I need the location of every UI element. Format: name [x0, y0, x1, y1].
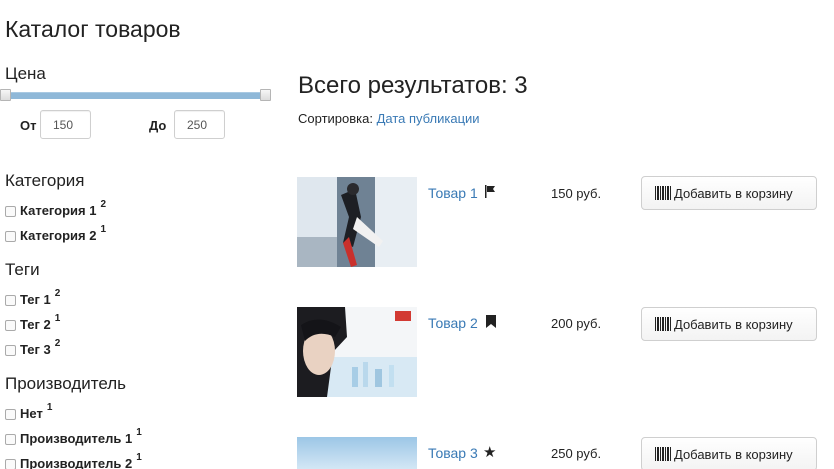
filter-item-count: 1	[100, 223, 107, 235]
product-thumbnail[interactable]	[297, 177, 417, 267]
price-from-input[interactable]	[40, 110, 91, 139]
add-to-cart-button[interactable]: Добавить в корзину	[641, 437, 817, 469]
price-to-input[interactable]	[174, 110, 225, 139]
filter-item-label: Нет	[20, 405, 43, 421]
product-price: 150 руб.	[551, 186, 602, 201]
filter-item-manufacturer-1[interactable]: Производитель 1 1	[5, 426, 142, 446]
price-filter-title: Цена	[5, 64, 46, 83]
add-to-cart-button[interactable]: Добавить в корзину	[641, 307, 817, 341]
filter-item-label: Тег 3	[20, 341, 51, 357]
filter-item-category-2[interactable]: Категория 2 1	[5, 223, 107, 243]
filter-item-tag-2[interactable]: Тег 2 1	[5, 312, 61, 332]
bookmark-icon	[486, 315, 496, 331]
filter-sidebar: Цена От До Категория Категория 1 2 Катег…	[0, 0, 280, 469]
checkbox[interactable]	[5, 408, 16, 420]
filter-item-count: 1	[136, 451, 142, 463]
product-thumbnail[interactable]	[297, 437, 417, 469]
filter-item-count: 1	[54, 312, 61, 324]
add-to-cart-label: Добавить в корзину	[674, 446, 793, 462]
sort-label: Сортировка:	[298, 111, 373, 126]
product-link[interactable]: Товар 3	[428, 445, 478, 461]
checkbox[interactable]	[5, 344, 16, 356]
add-to-cart-label: Добавить в корзину	[674, 316, 793, 332]
add-to-cart-label: Добавить в корзину	[674, 185, 793, 201]
product-price: 250 руб.	[551, 446, 602, 461]
filter-item-count: 1	[46, 401, 53, 413]
filter-item-count: 2	[54, 337, 61, 349]
price-slider-max-handle[interactable]	[260, 89, 271, 101]
price-to-label: До	[149, 118, 167, 133]
filter-item-label: Категория 1	[20, 202, 97, 218]
manufacturer-filter-title: Производитель	[5, 374, 127, 393]
filter-item-count: 2	[100, 198, 107, 210]
price-from-label: От	[20, 118, 37, 133]
filter-item-label: Производитель 1	[20, 430, 133, 446]
star-icon: ★	[483, 444, 497, 461]
filter-item-manufacturer-none[interactable]: Нет 1	[5, 401, 53, 421]
checkbox[interactable]	[5, 433, 16, 445]
checkbox[interactable]	[5, 458, 16, 469]
filter-item-label: Категория 2	[20, 227, 97, 243]
filter-item-count: 2	[54, 287, 61, 299]
product-price: 200 руб.	[551, 316, 602, 331]
tags-filter-title: Теги	[5, 260, 40, 279]
filter-item-tag-3[interactable]: Тег 3 2	[5, 337, 61, 357]
filter-item-tag-1[interactable]: Тег 1 2	[5, 287, 61, 307]
filter-item-manufacturer-2[interactable]: Производитель 2 1	[5, 451, 142, 469]
barcode-icon	[655, 447, 671, 461]
product-link[interactable]: Товар 2	[428, 315, 478, 331]
results-count-title: Всего результатов: 3	[298, 72, 528, 99]
filter-item-label: Производитель 2	[20, 455, 133, 469]
sort-by-date-link[interactable]: Дата публикации	[377, 111, 480, 126]
filter-item-category-1[interactable]: Категория 1 2	[5, 198, 107, 218]
price-slider-min-handle[interactable]	[0, 89, 11, 101]
flag-icon	[484, 185, 496, 201]
barcode-icon	[655, 317, 671, 331]
filter-item-label: Тег 2	[20, 316, 51, 332]
checkbox[interactable]	[5, 230, 16, 242]
filter-item-count: 1	[136, 426, 142, 438]
filter-item-label: Тег 1	[20, 291, 51, 307]
product-thumbnail[interactable]	[297, 307, 417, 397]
category-filter-title: Категория	[5, 171, 85, 190]
sort-control: Сортировка: Дата публикации	[298, 111, 480, 126]
barcode-icon	[655, 186, 671, 200]
checkbox[interactable]	[5, 319, 16, 331]
price-slider-track[interactable]	[4, 92, 267, 99]
checkbox[interactable]	[5, 205, 16, 217]
add-to-cart-button[interactable]: Добавить в корзину	[641, 176, 817, 210]
product-link[interactable]: Товар 1	[428, 185, 478, 201]
checkbox[interactable]	[5, 294, 16, 306]
